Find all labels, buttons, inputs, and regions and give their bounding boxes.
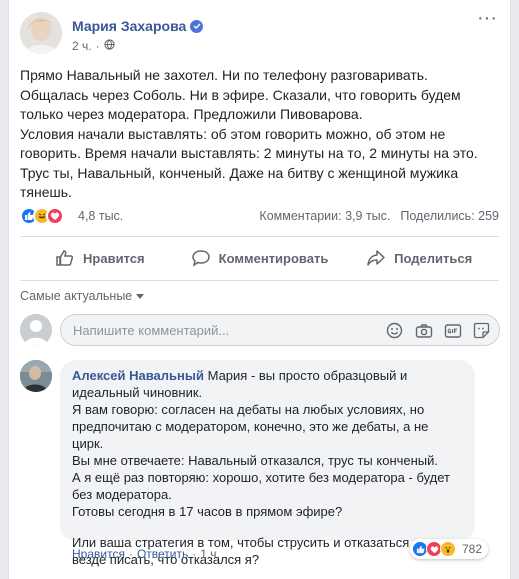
gif-icon[interactable]	[443, 321, 462, 340]
comment-reply-link[interactable]: Ответить	[137, 547, 188, 561]
comment-input-icons	[385, 321, 491, 340]
comment-reactions[interactable]: 782	[410, 539, 489, 559]
more-options-button[interactable]: ···	[475, 8, 499, 32]
comment-button-label: Комментировать	[218, 250, 329, 266]
emoji-icon[interactable]	[385, 321, 404, 340]
wow-icon	[440, 541, 456, 557]
commenter-avatar[interactable]	[20, 360, 52, 392]
comment-input[interactable]: Напишите комментарий...	[60, 314, 500, 346]
share-button-label: Поделиться	[394, 250, 473, 266]
comment-input-placeholder: Напишите комментарий...	[73, 323, 230, 338]
comment-bubble: Алексей Навальный Мария - вы просто обра…	[60, 360, 475, 567]
comments-count[interactable]: Комментарии: 3,9 тыс.	[259, 209, 390, 223]
comment-button[interactable]: Комментировать	[180, 242, 340, 274]
reaction-count[interactable]: 4,8 тыс.	[78, 209, 123, 223]
comment-text: Мария - вы просто образцовый и идеальный…	[72, 368, 451, 519]
verified-icon	[190, 19, 204, 33]
share-button[interactable]: Поделиться	[339, 242, 499, 274]
comment-like-link[interactable]: Нравится	[72, 547, 125, 561]
comment-sort-label: Самые актуальные	[20, 289, 133, 303]
post-stats: 4,8 тыс. Комментарии: 3,9 тыс. Поделилис…	[20, 205, 499, 229]
post-text: Прямо Навальный не захотел. Ни по телефо…	[20, 67, 478, 200]
comment-icon	[191, 250, 210, 267]
meta-separator: ·	[95, 39, 100, 53]
viewer-avatar[interactable]	[20, 314, 52, 346]
like-button[interactable]: Нравится	[20, 242, 180, 274]
avatar-image	[20, 12, 62, 54]
comment-author[interactable]: Алексей Навальный	[72, 368, 204, 383]
stats-right: Комментарии: 3,9 тыс. Поделились: 259	[259, 209, 499, 223]
reaction-icons[interactable]	[20, 207, 64, 225]
comment-reaction-count: 782	[462, 542, 483, 556]
caret-down-icon	[136, 293, 145, 299]
author-name-row: Мария Захарова	[72, 18, 204, 34]
comment-time[interactable]: 1 ч.	[200, 547, 220, 561]
post-time[interactable]: 2 ч.	[72, 39, 92, 53]
author-name[interactable]: Мария Захарова	[72, 18, 186, 34]
author-avatar[interactable]	[20, 12, 62, 54]
like-button-label: Нравится	[83, 250, 145, 266]
globe-icon[interactable]	[103, 39, 115, 53]
default-avatar-icon	[20, 314, 52, 346]
comment-actions: Нравится · Ответить · 1 ч.	[72, 547, 220, 561]
share-icon	[367, 250, 385, 266]
separator: ·	[128, 547, 133, 561]
divider	[20, 236, 499, 237]
post-meta: 2 ч. ·	[72, 39, 115, 53]
commenter-photo	[20, 360, 52, 392]
thumbs-up-icon	[56, 250, 74, 266]
comment-sort-dropdown[interactable]: Самые актуальные	[20, 289, 145, 303]
divider	[20, 280, 499, 281]
post-card: Мария Захарова 2 ч. · ··· Прямо Навальны…	[8, 0, 511, 579]
sticker-icon[interactable]	[472, 321, 491, 340]
love-icon	[46, 207, 64, 225]
camera-icon[interactable]	[414, 321, 433, 340]
post-header: Мария Захарова 2 ч. · ···	[20, 8, 499, 56]
post-actions: Нравится Комментировать Поделиться	[20, 242, 499, 274]
separator: ·	[192, 547, 197, 561]
shares-count[interactable]: Поделились: 259	[400, 209, 499, 223]
